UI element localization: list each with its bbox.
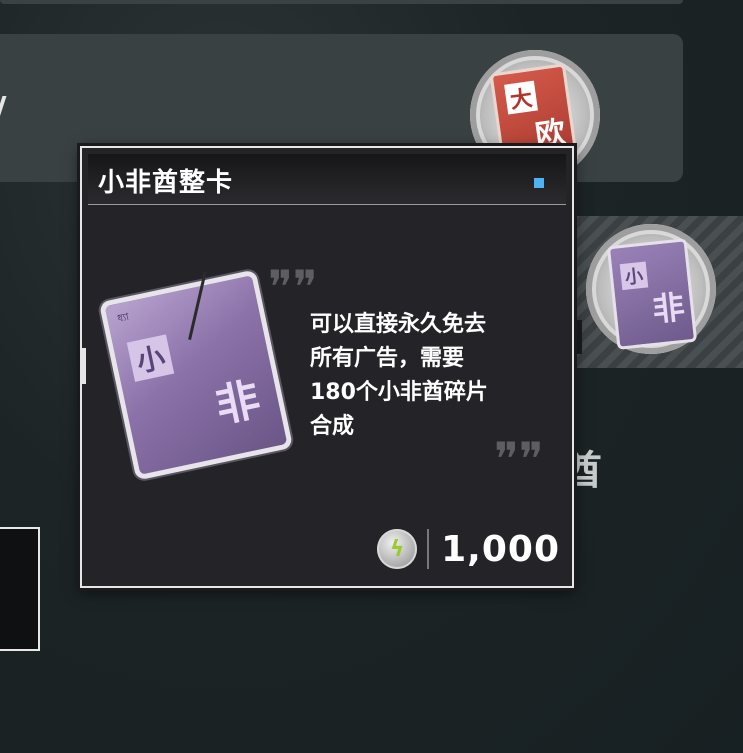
price-separator — [427, 529, 430, 569]
tooltip-notch — [80, 348, 86, 384]
desc-line-2: 所有广告，需要 — [310, 346, 465, 371]
background-dark-box — [0, 527, 40, 651]
card-char2: 非 — [211, 373, 265, 433]
row-marker — [0, 96, 17, 136]
item-tooltip: 小非酋整卡 ধ্যা 小 非 ❞❞ 可以直接永久免去 所有广告，需要 180个小… — [80, 146, 574, 588]
item-title: 小非酋整卡 — [98, 168, 234, 198]
item-description: 可以直接永久免去 所有广告，需要 180个小非酋碎片 合成 — [310, 308, 550, 444]
desc-line-3: 180个小非酋碎片 — [310, 380, 488, 405]
item-card-icon: ধ্যা 小 非 — [98, 269, 294, 481]
status-indicator-icon — [534, 178, 544, 188]
card-crack — [188, 271, 256, 352]
price-row: ϟ 1,000 — [377, 524, 560, 574]
item-slot-purple-card[interactable]: 小 非 — [586, 224, 716, 354]
price-amount: 1,000 — [441, 528, 560, 570]
quote-open-icon: ❞❞ — [268, 260, 318, 314]
tooltip-header: 小非酋整卡 — [88, 154, 566, 205]
card-char1: 小 — [126, 334, 175, 382]
purple-card-char1: 小 — [619, 261, 649, 291]
purple-card-icon: 小 非 — [606, 238, 698, 350]
desc-line-1: 可以直接永久免去 — [310, 312, 487, 337]
selected-item-row[interactable]: 小 非 — [570, 216, 743, 368]
lightning-coin-icon: ϟ — [377, 529, 418, 569]
red-card-char1: 大 — [504, 80, 538, 115]
top-panel-edge — [0, 0, 683, 4]
purple-card-char2: 非 — [650, 287, 687, 329]
card-small-text: ধ্যা — [116, 311, 131, 325]
quote-close-icon: ❞❞ — [494, 432, 544, 486]
